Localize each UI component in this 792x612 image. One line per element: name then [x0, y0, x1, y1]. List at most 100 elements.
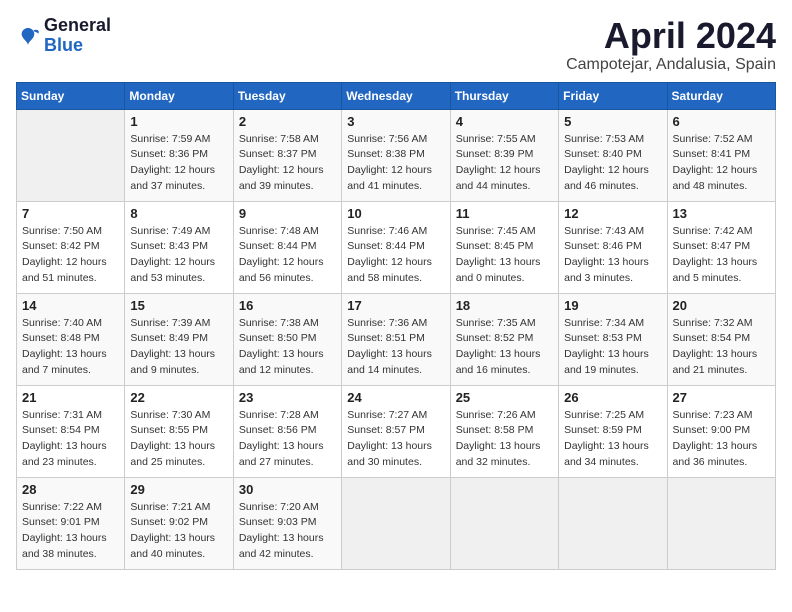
calendar-week-row: 1 Sunrise: 7:59 AM Sunset: 8:36 PM Daylig…	[17, 109, 776, 201]
day-number: 15	[130, 298, 227, 313]
day-info: Sunrise: 7:36 AM Sunset: 8:51 PM Dayligh…	[347, 316, 444, 379]
page-header: General Blue April 2024 Campotejar, Anda…	[16, 16, 776, 74]
month-title: April 2024	[566, 16, 776, 56]
day-info: Sunrise: 7:25 AM Sunset: 8:59 PM Dayligh…	[564, 408, 661, 471]
day-info: Sunrise: 7:21 AM Sunset: 9:02 PM Dayligh…	[130, 500, 227, 563]
logo-text: General Blue	[44, 16, 111, 56]
calendar-cell: 8Sunrise: 7:49 AM Sunset: 8:43 PM Daylig…	[125, 201, 233, 293]
day-info: Sunrise: 7:27 AM Sunset: 8:57 PM Dayligh…	[347, 408, 444, 471]
day-info: Sunrise: 7:56 AM Sunset: 8:38 PM Dayligh…	[347, 132, 444, 195]
calendar-table: SundayMondayTuesdayWednesdayThursdayFrid…	[16, 82, 776, 570]
day-info: Sunrise: 7:52 AM Sunset: 8:41 PM Dayligh…	[673, 132, 770, 195]
weekday-header: Saturday	[667, 82, 775, 109]
day-info: Sunrise: 7:43 AM Sunset: 8:46 PM Dayligh…	[564, 224, 661, 287]
day-number: 29	[130, 482, 227, 497]
day-info: Sunrise: 7:22 AM Sunset: 9:01 PM Dayligh…	[22, 500, 119, 563]
day-info: Sunrise: 7:40 AM Sunset: 8:48 PM Dayligh…	[22, 316, 119, 379]
calendar-cell: 6 Sunrise: 7:52 AM Sunset: 8:41 PM Daylig…	[667, 109, 775, 201]
calendar-cell: 22 Sunrise: 7:30 AM Sunset: 8:55 PM Dayli…	[125, 385, 233, 477]
calendar-cell: 24 Sunrise: 7:27 AM Sunset: 8:57 PM Dayli…	[342, 385, 450, 477]
day-info: Sunrise: 7:34 AM Sunset: 8:53 PM Dayligh…	[564, 316, 661, 379]
day-info: Sunrise: 7:35 AM Sunset: 8:52 PM Dayligh…	[456, 316, 553, 379]
logo: General Blue	[16, 16, 111, 56]
day-number: 6	[673, 114, 770, 129]
day-number: 8	[130, 206, 227, 221]
logo-general: General	[44, 16, 111, 36]
day-info: Sunrise: 7:30 AM Sunset: 8:55 PM Dayligh…	[130, 408, 227, 471]
calendar-cell: 5 Sunrise: 7:53 AM Sunset: 8:40 PM Daylig…	[559, 109, 667, 201]
calendar-cell: 7 Sunrise: 7:50 AM Sunset: 8:42 PM Daylig…	[17, 201, 125, 293]
calendar-cell	[450, 477, 558, 569]
calendar-cell: 10 Sunrise: 7:46 AM Sunset: 8:44 PM Dayli…	[342, 201, 450, 293]
calendar-week-row: 14Sunrise: 7:40 AM Sunset: 8:48 PM Dayli…	[17, 293, 776, 385]
day-info: Sunrise: 7:28 AM Sunset: 8:56 PM Dayligh…	[239, 408, 336, 471]
calendar-cell: 21 Sunrise: 7:31 AM Sunset: 8:54 PM Dayli…	[17, 385, 125, 477]
day-info: Sunrise: 7:53 AM Sunset: 8:40 PM Dayligh…	[564, 132, 661, 195]
weekday-header-row: SundayMondayTuesdayWednesdayThursdayFrid…	[17, 82, 776, 109]
calendar-cell	[342, 477, 450, 569]
calendar-cell: 1 Sunrise: 7:59 AM Sunset: 8:36 PM Daylig…	[125, 109, 233, 201]
calendar-cell: 11Sunrise: 7:45 AM Sunset: 8:45 PM Dayli…	[450, 201, 558, 293]
day-info: Sunrise: 7:26 AM Sunset: 8:58 PM Dayligh…	[456, 408, 553, 471]
calendar-cell	[17, 109, 125, 201]
day-info: Sunrise: 7:42 AM Sunset: 8:47 PM Dayligh…	[673, 224, 770, 287]
calendar-week-row: 28Sunrise: 7:22 AM Sunset: 9:01 PM Dayli…	[17, 477, 776, 569]
calendar-cell: 16 Sunrise: 7:38 AM Sunset: 8:50 PM Dayli…	[233, 293, 341, 385]
calendar-cell: 3 Sunrise: 7:56 AM Sunset: 8:38 PM Daylig…	[342, 109, 450, 201]
day-number: 27	[673, 390, 770, 405]
day-number: 30	[239, 482, 336, 497]
calendar-cell: 12 Sunrise: 7:43 AM Sunset: 8:46 PM Dayli…	[559, 201, 667, 293]
day-info: Sunrise: 7:45 AM Sunset: 8:45 PM Dayligh…	[456, 224, 553, 287]
calendar-cell: 30 Sunrise: 7:20 AM Sunset: 9:03 PM Dayli…	[233, 477, 341, 569]
day-number: 7	[22, 206, 119, 221]
calendar-cell: 14Sunrise: 7:40 AM Sunset: 8:48 PM Dayli…	[17, 293, 125, 385]
day-number: 3	[347, 114, 444, 129]
weekday-header: Thursday	[450, 82, 558, 109]
calendar-cell: 13Sunrise: 7:42 AM Sunset: 8:47 PM Dayli…	[667, 201, 775, 293]
day-number: 10	[347, 206, 444, 221]
day-number: 16	[239, 298, 336, 313]
calendar-week-row: 21 Sunrise: 7:31 AM Sunset: 8:54 PM Dayli…	[17, 385, 776, 477]
day-info: Sunrise: 7:38 AM Sunset: 8:50 PM Dayligh…	[239, 316, 336, 379]
location: Campotejar, Andalusia, Spain	[566, 56, 776, 74]
day-number: 2	[239, 114, 336, 129]
day-number: 12	[564, 206, 661, 221]
logo-blue: Blue	[44, 36, 111, 56]
calendar-cell: 4Sunrise: 7:55 AM Sunset: 8:39 PM Daylig…	[450, 109, 558, 201]
calendar-cell: 27Sunrise: 7:23 AM Sunset: 9:00 PM Dayli…	[667, 385, 775, 477]
weekday-header: Monday	[125, 82, 233, 109]
day-info: Sunrise: 7:59 AM Sunset: 8:36 PM Dayligh…	[130, 132, 227, 195]
day-number: 25	[456, 390, 553, 405]
day-info: Sunrise: 7:39 AM Sunset: 8:49 PM Dayligh…	[130, 316, 227, 379]
day-number: 17	[347, 298, 444, 313]
day-info: Sunrise: 7:32 AM Sunset: 8:54 PM Dayligh…	[673, 316, 770, 379]
calendar-cell: 17 Sunrise: 7:36 AM Sunset: 8:51 PM Dayli…	[342, 293, 450, 385]
calendar-cell: 25 Sunrise: 7:26 AM Sunset: 8:58 PM Dayli…	[450, 385, 558, 477]
logo-icon	[16, 24, 40, 48]
day-number: 24	[347, 390, 444, 405]
calendar-cell: 20 Sunrise: 7:32 AM Sunset: 8:54 PM Dayli…	[667, 293, 775, 385]
day-number: 1	[130, 114, 227, 129]
day-number: 21	[22, 390, 119, 405]
calendar-cell: 9Sunrise: 7:48 AM Sunset: 8:44 PM Daylig…	[233, 201, 341, 293]
day-number: 23	[239, 390, 336, 405]
day-number: 18	[456, 298, 553, 313]
weekday-header: Tuesday	[233, 82, 341, 109]
calendar-cell: 26Sunrise: 7:25 AM Sunset: 8:59 PM Dayli…	[559, 385, 667, 477]
calendar-cell: 23 Sunrise: 7:28 AM Sunset: 8:56 PM Dayli…	[233, 385, 341, 477]
day-info: Sunrise: 7:50 AM Sunset: 8:42 PM Dayligh…	[22, 224, 119, 287]
day-info: Sunrise: 7:46 AM Sunset: 8:44 PM Dayligh…	[347, 224, 444, 287]
title-block: April 2024 Campotejar, Andalusia, Spain	[566, 16, 776, 74]
calendar-cell: 18 Sunrise: 7:35 AM Sunset: 8:52 PM Dayli…	[450, 293, 558, 385]
day-info: Sunrise: 7:31 AM Sunset: 8:54 PM Dayligh…	[22, 408, 119, 471]
weekday-header: Wednesday	[342, 82, 450, 109]
weekday-header: Sunday	[17, 82, 125, 109]
day-info: Sunrise: 7:58 AM Sunset: 8:37 PM Dayligh…	[239, 132, 336, 195]
day-number: 22	[130, 390, 227, 405]
calendar-cell: 19Sunrise: 7:34 AM Sunset: 8:53 PM Dayli…	[559, 293, 667, 385]
day-number: 20	[673, 298, 770, 313]
calendar-cell	[667, 477, 775, 569]
calendar-week-row: 7 Sunrise: 7:50 AM Sunset: 8:42 PM Daylig…	[17, 201, 776, 293]
day-info: Sunrise: 7:20 AM Sunset: 9:03 PM Dayligh…	[239, 500, 336, 563]
day-number: 5	[564, 114, 661, 129]
